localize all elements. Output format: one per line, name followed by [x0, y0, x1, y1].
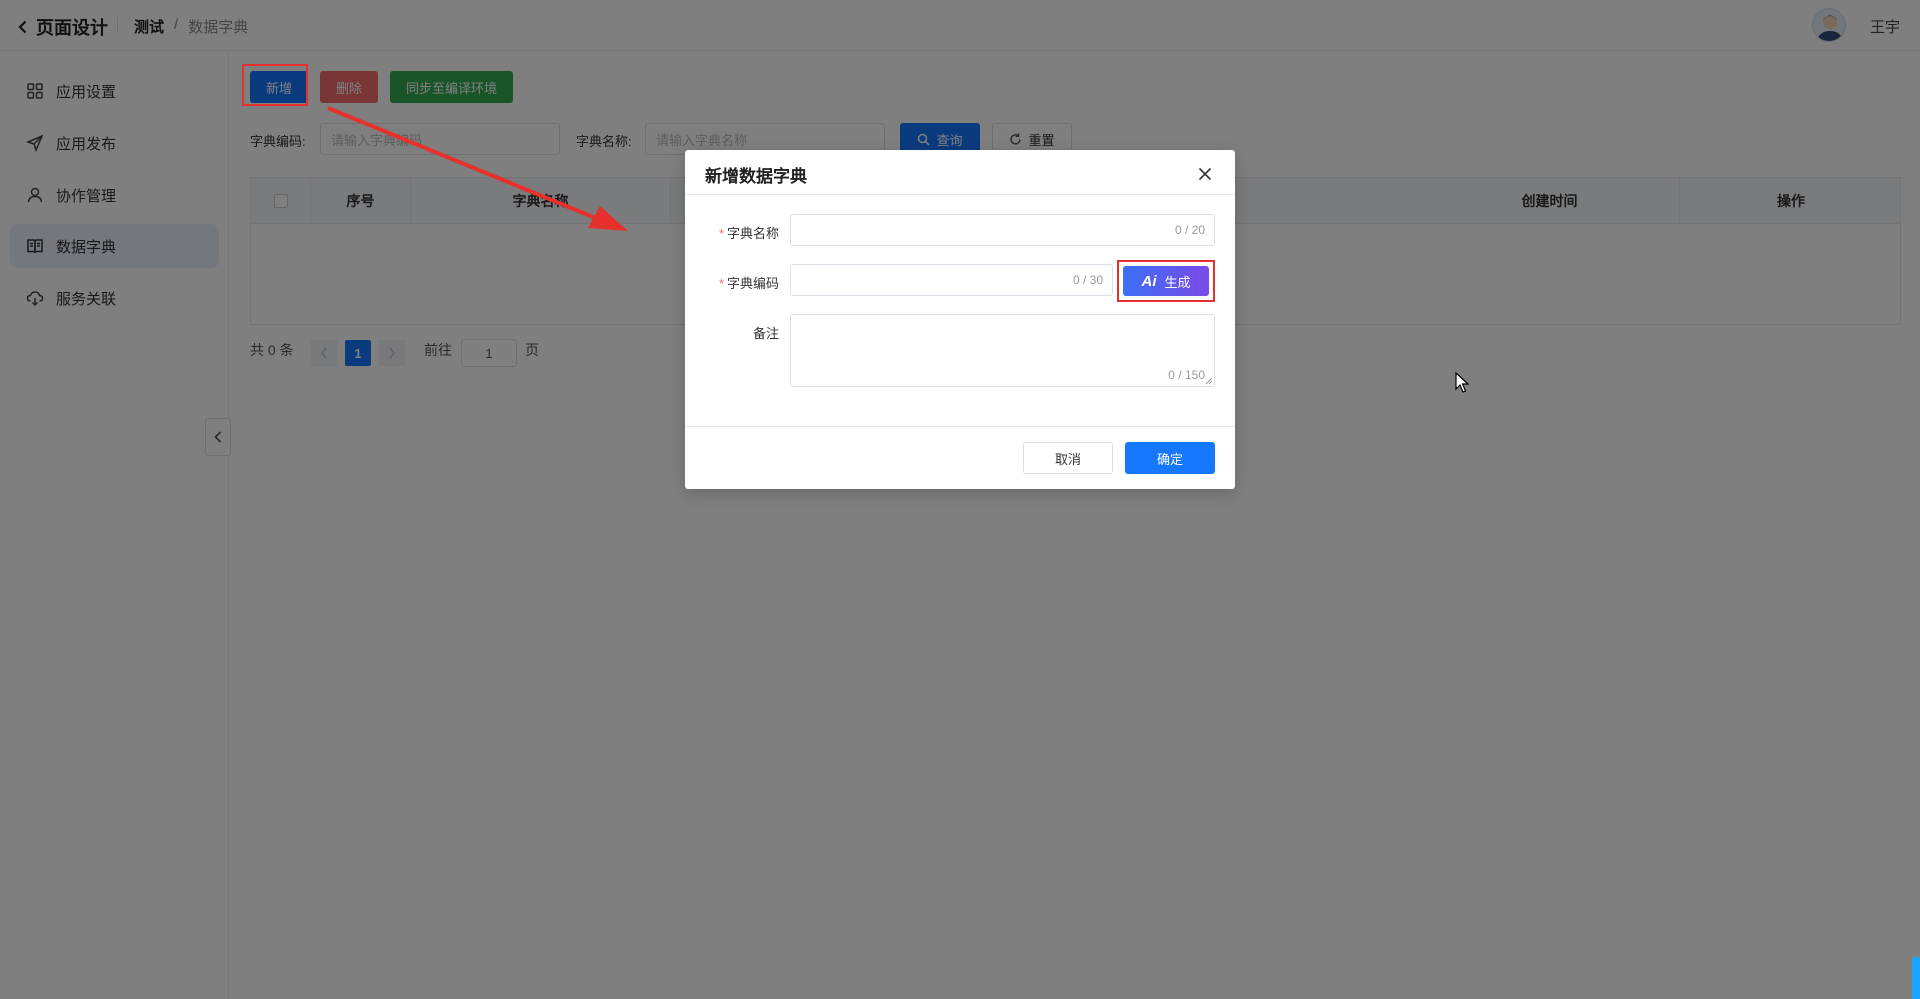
remark-char-count: 0 / 150: [1168, 368, 1205, 382]
generate-button-highlight: Ai 生成: [1117, 260, 1215, 302]
generate-button-label: 生成: [1164, 274, 1191, 290]
dialog-header-divider: [685, 194, 1235, 195]
name-char-count: 0 / 20: [1174, 223, 1205, 237]
scroll-indicator[interactable]: [1912, 957, 1920, 999]
remark-textarea[interactable]: 0 / 150: [790, 314, 1215, 387]
ai-icon: Ai: [1141, 272, 1157, 290]
dialog-footer-divider: [685, 426, 1235, 427]
mouse-cursor-icon: [1455, 372, 1469, 393]
resize-handle-icon: [1205, 377, 1213, 385]
confirm-button[interactable]: 确定: [1125, 442, 1215, 474]
cancel-button[interactable]: 取消: [1023, 442, 1113, 474]
code-field-label-text: 字典编码: [726, 276, 779, 291]
dialog-close-button[interactable]: [1195, 164, 1215, 184]
dictionary-code-input[interactable]: 0 / 30: [790, 264, 1113, 296]
code-char-count: 0 / 30: [1072, 273, 1103, 287]
add-button-highlight: [242, 64, 308, 106]
add-dictionary-dialog: 新增数据字典 * 字典名称 0 / 20 * 字典编码 0 / 30 Ai 生成 备…: [685, 150, 1235, 489]
dictionary-name-input[interactable]: 0 / 20: [790, 214, 1215, 246]
dialog-title: 新增数据字典: [705, 167, 807, 186]
ai-generate-button[interactable]: Ai 生成: [1123, 266, 1209, 296]
remark-field-label: 备注: [752, 326, 779, 341]
code-field-label: * 字典编码: [718, 276, 779, 291]
name-field-label-text: 字典名称: [726, 226, 779, 241]
annotation-arrow-icon: [327, 106, 628, 231]
close-icon: [1198, 167, 1212, 181]
name-field-label: * 字典名称: [718, 226, 779, 241]
